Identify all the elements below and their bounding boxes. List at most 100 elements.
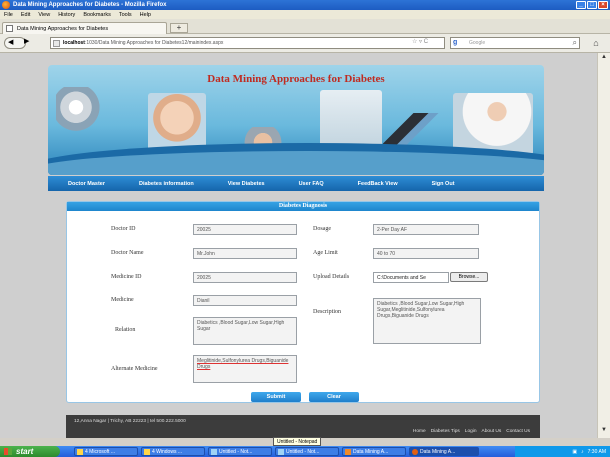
nav-view-diabetes[interactable]: View Diabetes — [228, 181, 265, 187]
menu-help[interactable]: Help — [140, 12, 151, 18]
tab-strip: Data Mining Approaches for Diabetes + — [0, 19, 610, 34]
vertical-scrollbar[interactable]: ▲ ▼ — [597, 53, 610, 438]
description-textarea[interactable]: Diabetics ,Blood Sugar,Low Sugar,High Su… — [373, 298, 481, 344]
footer-link-home[interactable]: Home — [413, 429, 426, 434]
nav-doctor-master[interactable]: Doctor Master — [68, 181, 105, 187]
window-title: Data Mining Approaches for Diabetes - Mo… — [13, 2, 167, 8]
taskbar-item-label: Data Mining A... — [353, 448, 389, 455]
taskbar-item-label: 4 Microsoft ... — [85, 448, 116, 455]
visual-studio-icon — [345, 449, 351, 455]
glucose-meter-image — [56, 87, 106, 132]
doctor-photo — [453, 93, 533, 155]
office-icon — [77, 449, 83, 455]
submit-button[interactable]: Submit — [251, 392, 301, 402]
taskbar-item-label: Untitled - Not... — [286, 448, 320, 455]
scroll-down-icon[interactable]: ▼ — [599, 427, 609, 437]
start-button[interactable]: start — [0, 446, 60, 457]
nav-diabetes-information[interactable]: Diabetes information — [139, 181, 194, 187]
dosage-field[interactable]: 2-Per Day AF — [373, 224, 479, 235]
close-button[interactable]: × — [598, 1, 608, 9]
alternate-medicine-label: Alternate Medicine — [111, 366, 158, 372]
taskbar-item-label: 4 Windows ... — [152, 448, 183, 455]
relation-label: Relation — [115, 327, 136, 333]
taskbar-item-label: Data Mining A... — [420, 448, 456, 455]
clear-button[interactable]: Clear — [309, 392, 359, 402]
search-input[interactable]: g Google ⌕ — [450, 37, 580, 49]
footer-link-about-us[interactable]: About Us — [482, 429, 502, 434]
minimize-button[interactable]: _ — [576, 1, 586, 9]
header-banner: Data Mining Approaches for Diabetes — [48, 65, 544, 175]
taskbar-item-windows[interactable]: 4 Windows ... — [141, 447, 205, 456]
form-heading: Diabetes Diagnosis — [67, 202, 539, 211]
menu-edit[interactable]: Edit — [21, 12, 30, 18]
search-icon[interactable]: ⌕ — [573, 38, 577, 48]
back-arrow-icon[interactable]: ◀ — [4, 37, 26, 49]
menu-bookmarks[interactable]: Bookmarks — [83, 12, 111, 18]
url-path: :1030/Data Mining Approaches for Diabete… — [84, 40, 224, 46]
start-label: start — [16, 447, 34, 456]
description-label: Description — [313, 309, 341, 315]
doctor-id-field[interactable]: 20025 — [193, 224, 297, 235]
taskbar: start 4 Microsoft ... 4 Windows ... Unti… — [0, 446, 610, 457]
medicine-id-label: Medicine ID — [111, 274, 142, 280]
nav-feedback-view[interactable]: FeedBack View — [358, 181, 398, 187]
menu-tools[interactable]: Tools — [119, 12, 132, 18]
network-icon[interactable]: ▣ — [572, 449, 577, 455]
footer-links: Home Diabetes Tips Login About Us Contac… — [413, 429, 530, 434]
system-tray: ▣ ♪ 7:30 AM — [515, 446, 610, 457]
taskbar-item-notepad-1[interactable]: Untitled - Not... — [208, 447, 272, 456]
age-limit-label: Age Limit — [313, 250, 338, 256]
scroll-up-icon[interactable]: ▲ — [599, 54, 609, 64]
diagnosis-form-panel: Diabetes Diagnosis Doctor ID 20025 Docto… — [66, 201, 540, 403]
site-identity-icon — [53, 40, 60, 47]
taskbar-item-label: Untitled - Not... — [219, 448, 253, 455]
clock: 7:30 AM — [587, 448, 606, 455]
alternate-medicine-textarea[interactable]: Meglitinide,Sulfonylurea Drugs,Biguanide… — [193, 355, 297, 383]
google-icon: g — [453, 39, 458, 46]
nav-user-faq[interactable]: User FAQ — [299, 181, 324, 187]
menu-view[interactable]: View — [38, 12, 50, 18]
relation-textarea[interactable]: Diabetics ,Blood Sugar,Low Sugar,High Su… — [193, 317, 297, 345]
bookmark-star-icon[interactable]: ☆ ▿ C — [412, 38, 428, 45]
maximize-button[interactable]: □ — [587, 1, 597, 9]
taskbar-item-data-mining-2[interactable]: Data Mining A... — [409, 447, 479, 456]
page-footer: 12,Anna Nagar | Trichy, AB 22223 | tel 5… — [66, 415, 540, 438]
browse-button[interactable]: Browse... — [450, 272, 488, 282]
firefox-icon — [412, 449, 418, 455]
menu-bar: File Edit View History Bookmarks Tools H… — [0, 10, 610, 19]
new-tab-button[interactable]: + — [170, 23, 188, 33]
medicine-field[interactable]: Dianil — [193, 295, 297, 306]
page-icon — [6, 25, 13, 32]
volume-icon[interactable]: ♪ — [581, 449, 584, 455]
footer-link-login[interactable]: Login — [465, 429, 477, 434]
forward-arrow-icon[interactable]: ▶ — [24, 37, 32, 47]
upload-path-field[interactable]: C:\Documents and Se — [373, 272, 449, 283]
footer-link-contact-us[interactable]: Contact Us — [506, 429, 530, 434]
banner-title: Data Mining Approaches for Diabetes — [207, 73, 385, 85]
notepad-icon — [211, 449, 217, 455]
taskbar-tooltip: Untitled - Notepad — [273, 437, 322, 446]
address-bar[interactable]: localhost:1030/Data Mining Approaches fo… — [50, 37, 445, 49]
search-placeholder: Google — [469, 40, 486, 46]
notepad-icon — [278, 449, 284, 455]
folder-icon — [144, 449, 150, 455]
home-icon[interactable]: ⌂ — [589, 37, 603, 49]
taskbar-item-data-mining-1[interactable]: Data Mining A... — [342, 447, 406, 456]
main-nav-menu: Doctor Master Diabetes information View … — [48, 176, 544, 191]
doctor-name-field[interactable]: Mr.John — [193, 248, 297, 259]
medicine-id-field[interactable]: 20025 — [193, 272, 297, 283]
window-titlebar: Data Mining Approaches for Diabetes - Mo… — [0, 0, 610, 10]
age-limit-field[interactable]: 40 to 70 — [373, 248, 479, 259]
page-viewport: Data Mining Approaches for Diabetes Doct… — [0, 53, 597, 438]
firefox-icon — [2, 1, 10, 9]
nav-sign-out[interactable]: Sign Out — [432, 181, 455, 187]
menu-file[interactable]: File — [4, 12, 13, 18]
doctor-name-label: Doctor Name — [111, 250, 144, 256]
taskbar-item-notepad-2[interactable]: Untitled - Not... — [275, 447, 339, 456]
tab-label: Data Mining Approaches for Diabetes — [17, 25, 109, 32]
menu-history[interactable]: History — [58, 12, 75, 18]
browser-tab[interactable]: Data Mining Approaches for Diabetes — [2, 22, 167, 34]
taskbar-item-microsoft[interactable]: 4 Microsoft ... — [74, 447, 138, 456]
footer-link-diabetes-tips[interactable]: Diabetes Tips — [431, 429, 460, 434]
doctor-id-label: Doctor ID — [111, 226, 136, 232]
